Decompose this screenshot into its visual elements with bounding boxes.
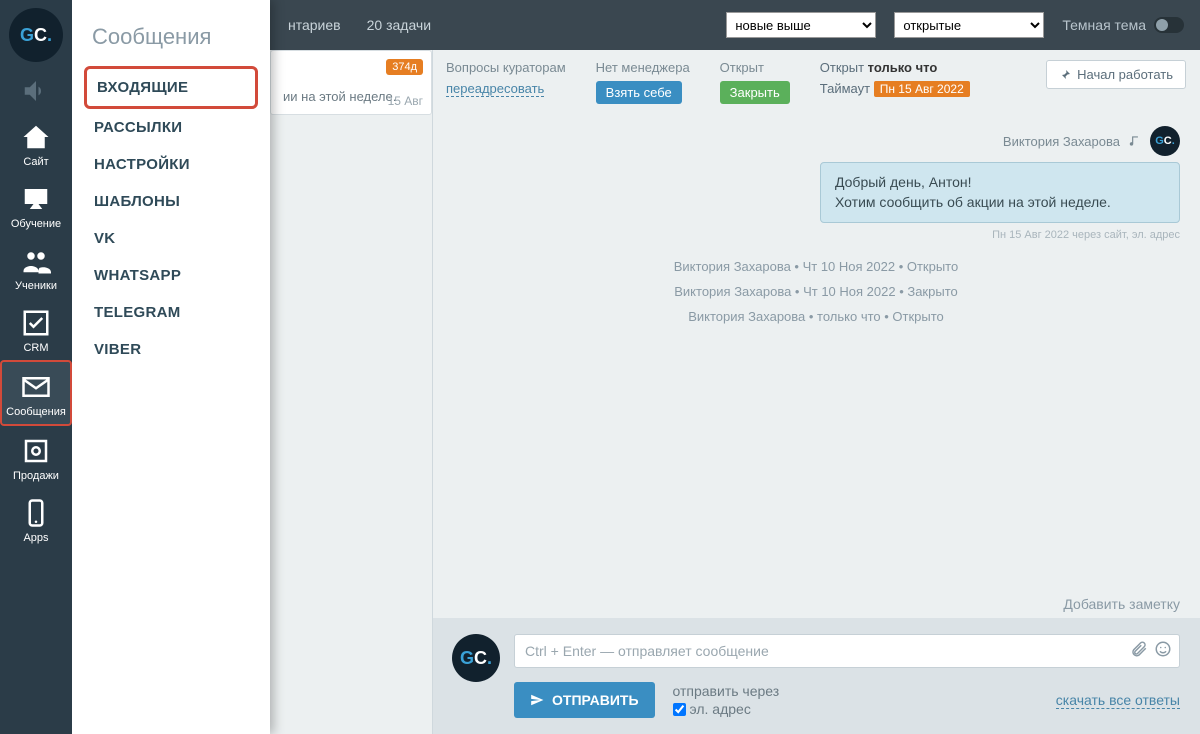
emoji-icon[interactable] [1154, 640, 1172, 658]
rail-label: Apps [23, 532, 48, 544]
message-sender-row: Виктория Захарова GC. [452, 126, 1180, 156]
start-work-button[interactable]: Начал работать [1046, 60, 1186, 89]
rail-label: CRM [23, 342, 48, 354]
attach-icon[interactable] [1130, 640, 1148, 658]
opened-line: Открыт только что [820, 60, 970, 75]
rail-label: Ученики [15, 280, 57, 292]
rail-sound[interactable] [0, 66, 72, 112]
rail-sales[interactable]: Продажи [0, 426, 72, 488]
age-badge: 374д [386, 59, 423, 75]
home-icon [21, 122, 51, 152]
rail-site[interactable]: Сайт [0, 112, 72, 174]
submenu-templates[interactable]: ШАБЛОНЫ [84, 183, 258, 220]
sound-icon [21, 76, 51, 106]
sender-name[interactable]: Виктория Захарова [1003, 134, 1120, 149]
sort-select[interactable]: новые выше [726, 12, 876, 38]
timeout-line: Таймаут Пн 15 Авг 2022 [820, 81, 970, 96]
switch-icon [1154, 17, 1184, 33]
board-icon [21, 184, 51, 214]
conversation-body: Виктория Захарова GC. Добрый день, Антон… [432, 110, 1200, 590]
thread-card[interactable]: 374д ии на этой неделе. 15 Авг [270, 50, 432, 115]
log-line: Виктория Захарова • Чт 10 Ноя 2022 • Отк… [452, 259, 1180, 274]
curators-label: Вопросы кураторам [446, 60, 566, 75]
rail-apps[interactable]: Apps [0, 488, 72, 550]
people-icon [21, 246, 51, 276]
message-bubble: Добрый день, Антон! Хотим сообщить об ак… [820, 162, 1180, 223]
self-avatar: GC. [452, 634, 500, 682]
submenu-viber[interactable]: VIBER [84, 331, 258, 368]
submenu-title: Сообщения [92, 24, 250, 50]
rail-crm[interactable]: CRM [0, 298, 72, 360]
rail-learning[interactable]: Обучение [0, 174, 72, 236]
send-button[interactable]: ОТПРАВИТЬ [514, 682, 655, 718]
sender-avatar[interactable]: GC. [1150, 126, 1180, 156]
submenu-telegram[interactable]: TELEGRAM [84, 294, 258, 331]
rail-label: Продажи [13, 470, 59, 482]
forward-link[interactable]: переадресовать [446, 81, 544, 97]
send-icon [530, 693, 544, 707]
log-line: Виктория Захарова • только что • Открыто [452, 309, 1180, 324]
submenu-settings[interactable]: НАСТРОЙКИ [84, 146, 258, 183]
via-label: отправить через [673, 683, 780, 699]
topbar-right: новые выше открытые Темная тема [726, 12, 1184, 38]
thread-list: 374д ии на этой неделе. 15 Авг [270, 50, 432, 115]
submenu-panel: Сообщения ВХОДЯЩИЕ РАССЫЛКИ НАСТРОЙКИ ША… [72, 0, 270, 734]
rail-label: Сообщения [6, 406, 66, 418]
log-line: Виктория Захарова • Чт 10 Ноя 2022 • Зак… [452, 284, 1180, 299]
topbar-link-comments[interactable]: нтариев [288, 17, 341, 33]
check-icon [21, 308, 51, 338]
left-rail: GC. Сайт Обучение Ученики CRM Сообщения … [0, 0, 72, 734]
download-answers-link[interactable]: скачать все ответы [1056, 692, 1180, 709]
via-email-checkbox[interactable]: эл. адрес [673, 701, 780, 717]
rail-label: Сайт [23, 156, 48, 168]
safe-icon [21, 436, 51, 466]
theme-toggle[interactable]: Темная тема [1062, 17, 1184, 33]
bubble-meta: Пн 15 Авг 2022 через сайт, эл. адрес [452, 229, 1180, 241]
bubble-line: Добрый день, Антон! [835, 173, 1165, 193]
submenu-whatsapp[interactable]: WHATSAPP [84, 257, 258, 294]
add-note-link[interactable]: Добавить заметку [432, 590, 1200, 618]
send-via: отправить через эл. адрес [673, 683, 780, 717]
thread-date: 15 Авг [388, 94, 423, 108]
theme-label: Темная тема [1062, 17, 1146, 33]
submenu-inbox[interactable]: ВХОДЯЩИЕ [84, 66, 258, 109]
topbar-left: нтариев 20 задачи [288, 17, 431, 33]
mail-icon [21, 372, 51, 402]
conversation-header: Вопросы кураторам переадресовать Нет мен… [432, 50, 1200, 110]
close-button[interactable]: Закрыть [720, 81, 790, 104]
phone-icon [21, 498, 51, 528]
music-icon [1128, 134, 1142, 148]
manager-label: Нет менеджера [596, 60, 690, 75]
rail-students[interactable]: Ученики [0, 236, 72, 298]
message-input[interactable] [514, 634, 1180, 668]
status-label: Открыт [720, 60, 790, 75]
topbar-link-tasks[interactable]: 20 задачи [367, 17, 431, 33]
conversation-pane: Вопросы кураторам переадресовать Нет мен… [432, 50, 1200, 734]
take-button[interactable]: Взять себе [596, 81, 682, 104]
filter-select[interactable]: открытые [894, 12, 1044, 38]
logo[interactable]: GC. [9, 8, 63, 62]
pin-icon [1059, 69, 1071, 81]
submenu-vk[interactable]: VK [84, 220, 258, 257]
bubble-line: Хотим сообщить об акции на этой неделе. [835, 193, 1165, 213]
rail-messages[interactable]: Сообщения [0, 360, 72, 426]
rail-label: Обучение [11, 218, 61, 230]
composer: GC. ОТПРАВИТЬ отправить через [432, 618, 1200, 734]
submenu-campaigns[interactable]: РАССЫЛКИ [84, 109, 258, 146]
